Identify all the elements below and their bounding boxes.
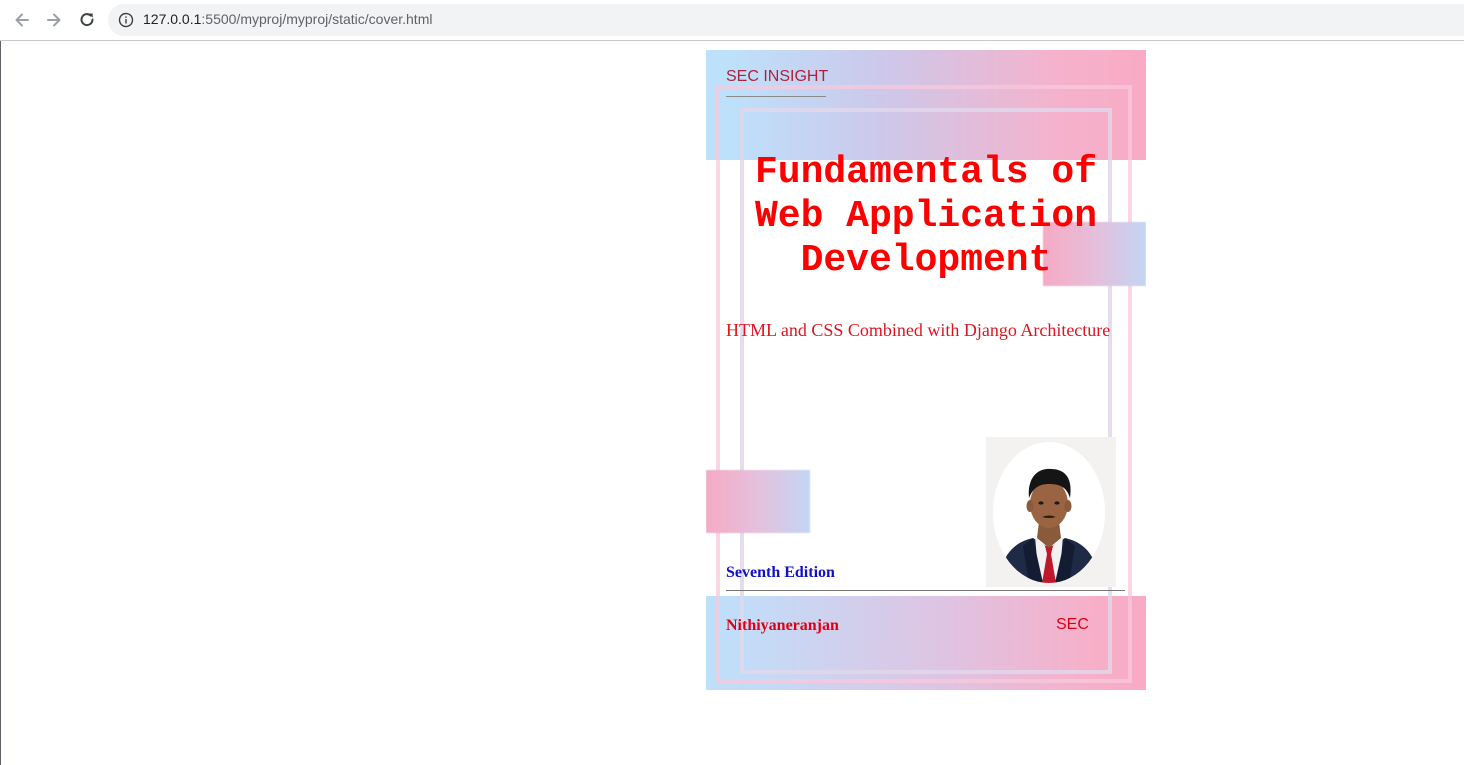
decorative-block-left [706, 470, 810, 533]
publisher-label: SEC [1056, 616, 1089, 633]
author-name: Nithiyaneranjan [726, 617, 839, 634]
edition-divider [726, 590, 1125, 591]
arrow-left-icon [12, 10, 32, 30]
info-icon[interactable] [118, 12, 134, 28]
edition-label: Seventh Edition [726, 564, 835, 581]
browser-toolbar: 127.0.0.1:5500/myproj/myproj/static/cove… [0, 0, 1464, 41]
book-cover: SEC INSIGHT Fundamentals of Web Applicat… [706, 50, 1146, 690]
book-subtitle: HTML and CSS Combined with Django Archit… [726, 320, 1111, 340]
book-title: Fundamentals of Web Application Developm… [754, 151, 1098, 282]
arrow-right-icon [44, 10, 64, 30]
window-edge [0, 41, 1, 765]
url-host: 127.0.0.1 [143, 11, 202, 27]
back-button[interactable] [10, 8, 34, 32]
url-text[interactable]: 127.0.0.1:5500/myproj/myproj/static/cove… [143, 11, 432, 27]
forward-button[interactable] [42, 8, 66, 32]
series-label: SEC INSIGHT [726, 68, 829, 85]
reload-icon [77, 10, 97, 30]
portrait-image [999, 468, 1099, 583]
reload-button[interactable] [75, 8, 99, 32]
author-photo [986, 437, 1116, 587]
photo-oval-frame [993, 442, 1105, 583]
url-path: :5500/myproj/myproj/static/cover.html [201, 11, 433, 27]
series-underline [726, 96, 826, 97]
